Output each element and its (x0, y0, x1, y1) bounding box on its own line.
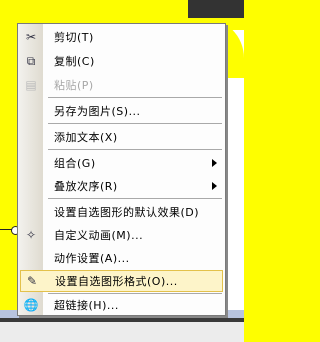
format-shape-icon: ✎ (26, 274, 38, 288)
submenu-arrow-icon (212, 182, 217, 190)
context-menu: ✂ 剪切(T) ⧉ 复制(C) ▤ 粘贴(P) 另存为图片(S)... 添加文本… (17, 23, 226, 316)
menu-separator (48, 123, 222, 124)
paste-icon: ▤ (25, 78, 37, 92)
menu-item-label: 设置自选图形的默认效果(D) (54, 206, 200, 219)
menu-item-label: 另存为图片(S)... (54, 105, 141, 118)
menu-item-label: 超链接(H)... (54, 299, 119, 312)
menu-item-cut[interactable]: ✂ 剪切(T) (18, 26, 225, 48)
menu-item-label: 剪切(T) (54, 31, 94, 44)
menu-item-hyperlink[interactable]: 🌐 超链接(H)... (18, 295, 225, 315)
menu-item-label: 粘贴(P) (54, 79, 94, 92)
menu-separator (48, 293, 222, 294)
menu-item-action-settings[interactable]: 动作设置(A)... (18, 247, 225, 269)
menu-item-label: 复制(C) (54, 55, 95, 68)
animation-icon: ✧ (25, 228, 37, 242)
menu-separator (48, 149, 222, 150)
menu-item-label: 动作设置(A)... (54, 252, 130, 265)
menu-item-format-shape[interactable]: ✎ 设置自选图形格式(O)... (20, 270, 223, 292)
menu-separator (48, 97, 222, 98)
menu-item-label: 叠放次序(R) (54, 180, 118, 193)
submenu-arrow-icon (212, 159, 217, 167)
menu-item-label: 添加文本(X) (54, 131, 118, 144)
menu-item-label: 组合(G) (54, 157, 96, 170)
menu-separator (48, 198, 222, 199)
menu-item-custom-animation[interactable]: ✧ 自定义动画(M)... (18, 224, 225, 246)
menu-item-label: 自定义动画(M)... (54, 229, 144, 242)
menu-item-copy[interactable]: ⧉ 复制(C) (18, 50, 225, 72)
menu-item-add-text[interactable]: 添加文本(X) (18, 126, 225, 148)
copy-icon: ⧉ (26, 53, 36, 68)
menu-item-paste[interactable]: ▤ 粘贴(P) (18, 74, 225, 96)
menu-item-save-as-picture[interactable]: 另存为图片(S)... (18, 100, 225, 122)
menu-item-group[interactable]: 组合(G) (18, 152, 225, 174)
hyperlink-icon: 🌐 (23, 298, 39, 312)
slide-edge (188, 0, 244, 18)
menu-item-order[interactable]: 叠放次序(R) (18, 175, 225, 197)
menu-item-set-default[interactable]: 设置自选图形的默认效果(D) (18, 201, 225, 223)
notes-pane (0, 322, 244, 342)
scissors-icon: ✂ (25, 30, 37, 44)
menu-item-label: 设置自选图形格式(O)... (55, 275, 178, 288)
